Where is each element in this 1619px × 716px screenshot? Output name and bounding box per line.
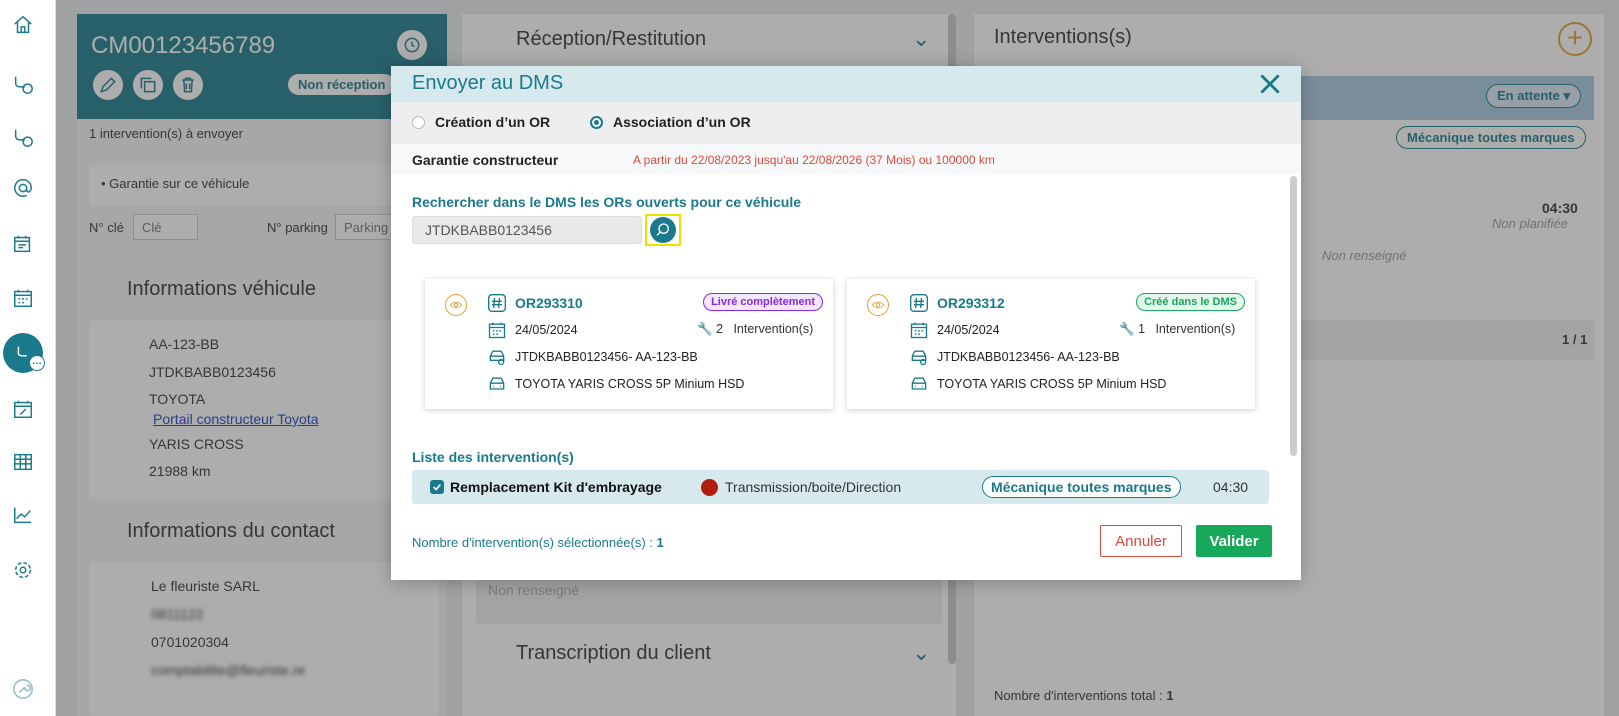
radio-create-label: Création d’un OR	[435, 114, 551, 130]
at-icon[interactable]	[10, 175, 36, 201]
or-card[interactable]: OR293310 Livré complètement 24/05/2024 🔧…	[425, 279, 833, 409]
car-icon	[487, 374, 507, 394]
radio-create-or[interactable]: Création d’un OR	[412, 114, 550, 130]
intervention-checkbox[interactable]	[430, 480, 444, 494]
table-icon[interactable]	[10, 449, 36, 475]
radio-associate-label: Association d’un OR	[613, 114, 751, 130]
hash-icon	[909, 293, 929, 313]
interventions-list-title: Liste des intervention(s)	[412, 449, 574, 465]
car-icon	[909, 374, 929, 394]
sidebar: …	[0, 0, 56, 716]
category-color-dot	[701, 479, 718, 496]
planning-icon[interactable]	[10, 231, 36, 257]
workshop-active-icon[interactable]: …	[3, 333, 45, 373]
or-status-badge: Créé dans le DMS	[1136, 293, 1245, 311]
or-interventions: 🔧 1 Intervention(s)	[1119, 322, 1236, 336]
validate-button[interactable]: Valider	[1196, 525, 1272, 557]
or-date: 24/05/2024	[515, 323, 578, 337]
send-to-dms-modal: Envoyer au DMS Création d’un OR Associat…	[391, 66, 1301, 580]
vehicle-search-icon	[909, 347, 929, 367]
chart-icon[interactable]	[10, 502, 36, 528]
or-date: 24/05/2024	[937, 323, 1000, 337]
modal-header: Envoyer au DMS	[391, 66, 1301, 102]
or-vin-plate: JTDKBABB0123456- AA-123-BB	[515, 350, 698, 364]
intervention-name: Remplacement Kit d'embrayage	[450, 479, 662, 495]
wrench-icon: 🔧	[697, 322, 713, 336]
search-button[interactable]	[645, 214, 681, 246]
or-mode-radio-group: Création d’un OR Association d’un OR	[391, 102, 1301, 144]
or-number: OR293312	[937, 295, 1005, 311]
modal-scrollbar[interactable]	[1290, 176, 1297, 456]
eye-icon[interactable]	[867, 294, 889, 316]
eye-icon[interactable]	[445, 294, 467, 316]
calendar-icon	[909, 320, 929, 340]
or-model: TOYOTA YARIS CROSS 5P Minium HSD	[937, 377, 1167, 391]
warranty-text: A partir du 22/08/2023 jusqu'au 22/08/20…	[633, 153, 995, 167]
calendar-icon[interactable]	[10, 285, 36, 311]
modal-title: Envoyer au DMS	[412, 72, 564, 94]
or-number: OR293310	[515, 295, 583, 311]
or-model: TOYOTA YARIS CROSS 5P Minium HSD	[515, 377, 745, 391]
radio-associate-or[interactable]: Association d’un OR	[590, 114, 751, 130]
selected-count: Nombre d'intervention(s) sélectionnée(s)…	[412, 535, 664, 550]
or-card[interactable]: OR293312 Créé dans le DMS 24/05/2024 🔧 1…	[847, 279, 1255, 409]
intervention-duration: 04:30	[1213, 479, 1249, 495]
workflow-icon[interactable]	[10, 72, 36, 98]
search-icon	[650, 217, 676, 243]
intervention-category: Transmission/boite/Direction	[725, 479, 902, 495]
radio-create-dot[interactable]	[412, 115, 425, 129]
intervention-pill: Mécanique toutes marques	[982, 476, 1181, 498]
home-icon[interactable]	[10, 12, 36, 38]
intervention-row[interactable]: Remplacement Kit d'embrayage Transmissio…	[412, 470, 1269, 504]
workflow-2-icon[interactable]	[10, 125, 36, 151]
vin-search-input[interactable]: JTDKBABB0123456	[412, 216, 642, 244]
search-label: Rechercher dans le DMS les ORs ouverts p…	[412, 194, 802, 210]
calendar-icon	[487, 320, 507, 340]
hash-icon	[487, 293, 507, 313]
wrench-icon: 🔧	[1119, 322, 1135, 336]
close-icon[interactable]	[1257, 71, 1283, 97]
warranty-row: Garantie constructeur A partir du 22/08/…	[391, 144, 1301, 174]
or-vin-plate: JTDKBABB0123456- AA-123-BB	[937, 350, 1120, 364]
warranty-label: Garantie constructeur	[412, 152, 559, 168]
settings-icon[interactable]	[10, 557, 36, 583]
vehicle-search-icon	[487, 347, 507, 367]
wrench-icon[interactable]	[10, 676, 36, 702]
radio-associate-dot[interactable]	[590, 115, 603, 129]
or-status-badge: Livré complètement	[703, 293, 823, 311]
calendar-percent-icon[interactable]	[10, 396, 36, 422]
or-interventions: 🔧 2 Intervention(s)	[697, 322, 814, 336]
cancel-button[interactable]: Annuler	[1100, 525, 1182, 557]
